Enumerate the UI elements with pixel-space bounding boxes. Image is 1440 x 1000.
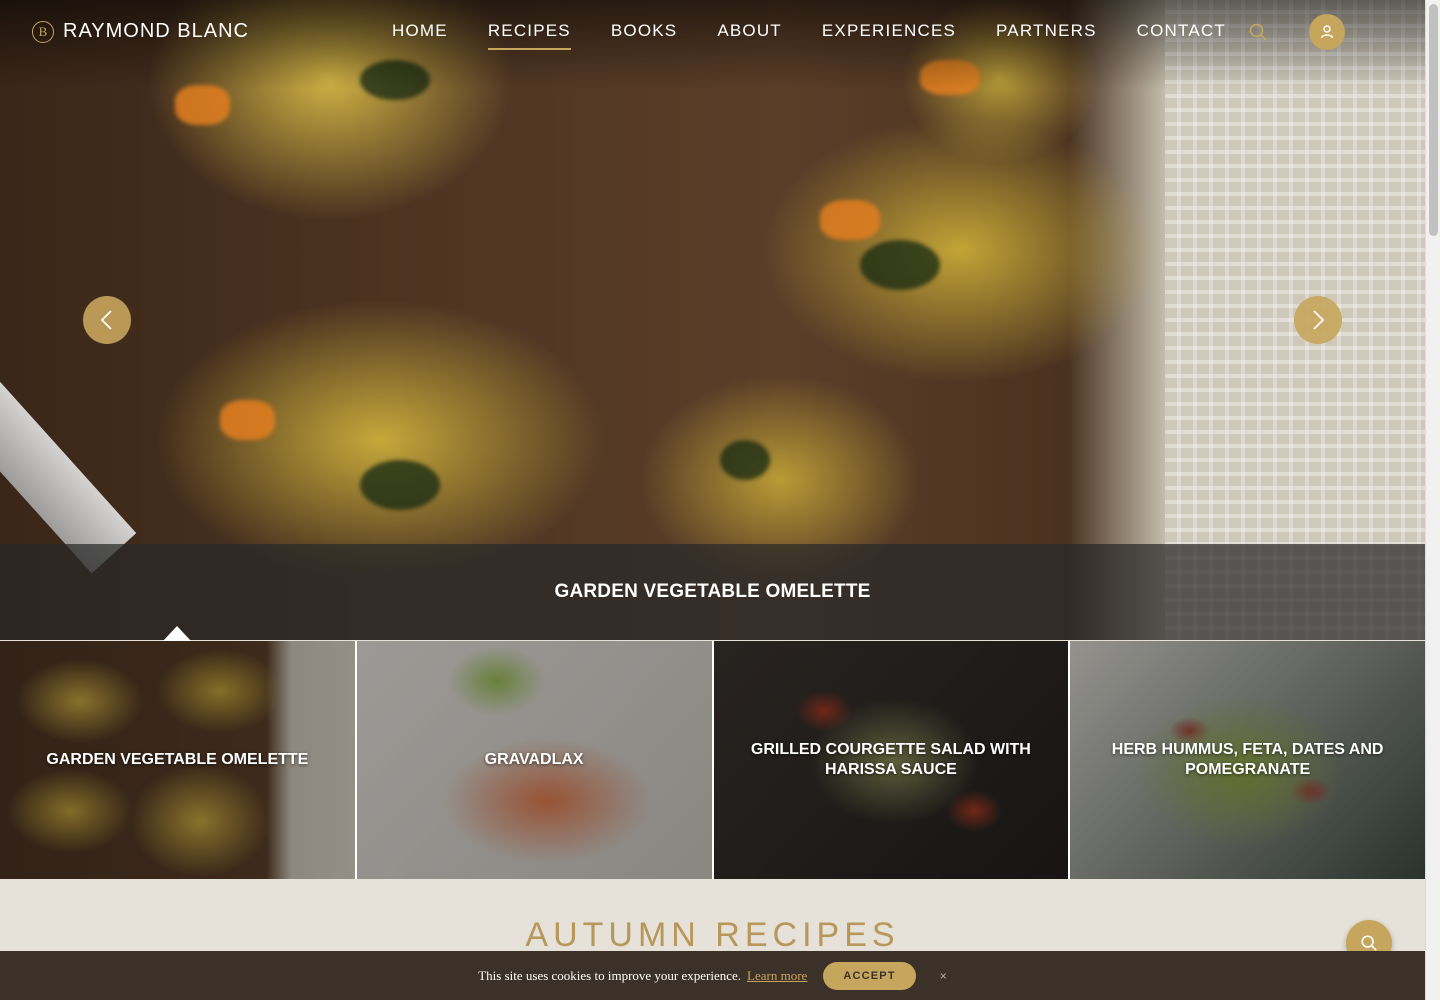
- thumbnail-title: GRAVADLAX: [484, 751, 584, 768]
- main-menu: HOME RECIPES BOOKS ABOUT EXPERIENCES PAR…: [392, 21, 1266, 50]
- hero-image-detail: [720, 440, 770, 480]
- nav-item-recipes[interactable]: RECIPES: [487, 21, 571, 50]
- thumbnail-title: GARDEN VEGETABLE OMELETTE: [46, 751, 309, 768]
- carousel-prev-button[interactable]: [83, 296, 131, 344]
- nav-item-books[interactable]: BOOKS: [611, 21, 677, 50]
- hero-image-detail: [220, 400, 275, 440]
- nav-item-partners[interactable]: PARTNERS: [996, 21, 1097, 50]
- selected-thumbnail-pointer: [163, 626, 191, 641]
- search-icon: [1361, 935, 1377, 951]
- user-icon: [1320, 25, 1334, 39]
- hero-image-detail: [360, 460, 440, 510]
- hero-image-detail: [820, 200, 880, 240]
- hero-image-detail: [175, 85, 230, 125]
- thumbnail-title: HERB HUMMUS, FETA, DATES AND POMEGRANATE: [1111, 741, 1384, 778]
- hero-image-detail: [860, 240, 940, 290]
- top-navigation: B RAYMOND BLANC HOME RECIPES BOOKS ABOUT…: [0, 0, 1425, 64]
- thumbnail-gravadlax[interactable]: GRAVADLAX: [356, 641, 712, 879]
- brand-monogram-icon: B: [32, 20, 54, 43]
- cookie-accept-button[interactable]: ACCEPT: [823, 961, 916, 990]
- nav-item-about[interactable]: ABOUT: [717, 21, 782, 50]
- brand-logo-link[interactable]: B RAYMOND BLANC: [32, 20, 249, 43]
- hero-caption-title: GARDEN VEGETABLE OMELETTE: [554, 581, 871, 602]
- nav-item-experiences[interactable]: EXPERIENCES: [822, 21, 956, 50]
- chevron-left-icon: [100, 310, 112, 330]
- close-icon[interactable]: ×: [940, 969, 947, 983]
- nav-item-contact[interactable]: CONTACT: [1137, 21, 1226, 50]
- thumbnail-herb-hummus[interactable]: HERB HUMMUS, FETA, DATES AND POMEGRANATE: [1070, 641, 1425, 879]
- search-icon[interactable]: [1248, 22, 1268, 42]
- cookie-message: This site uses cookies to improve your e…: [478, 967, 742, 983]
- thumbnail-grilled-courgette-salad[interactable]: GRILLED COURGETTE SALAD WITH HARISSA SAU…: [713, 641, 1069, 879]
- thumbnail-garden-vegetable-omelette[interactable]: GARDEN VEGETABLE OMELETTE: [0, 641, 355, 879]
- page-scrollbar[interactable]: [1425, 0, 1440, 1000]
- account-button[interactable]: [1309, 14, 1345, 50]
- thumbnail-title: GRILLED COURGETTE SALAD WITH HARISSA SAU…: [750, 741, 1031, 778]
- section-title: AUTUMN RECIPES: [525, 916, 900, 954]
- recipe-thumbnails: GARDEN VEGETABLE OMELETTE GRAVADLAX GRIL…: [0, 641, 1425, 879]
- chevron-right-icon: [1313, 310, 1325, 330]
- page: B RAYMOND BLANC HOME RECIPES BOOKS ABOUT…: [0, 0, 1440, 1000]
- hero-caption-bar[interactable]: GARDEN VEGETABLE OMELETTE: [0, 544, 1425, 640]
- brand-name: RAYMOND BLANC: [63, 20, 249, 42]
- nav-item-home[interactable]: HOME: [392, 21, 448, 50]
- cookie-learn-more-link[interactable]: Learn more: [747, 968, 807, 984]
- scrollbar-thumb[interactable]: [1429, 4, 1438, 236]
- hero-image-knife: [0, 339, 137, 574]
- cookie-banner: This site uses cookies to improve your e…: [0, 951, 1425, 1000]
- carousel-next-button[interactable]: [1294, 296, 1342, 344]
